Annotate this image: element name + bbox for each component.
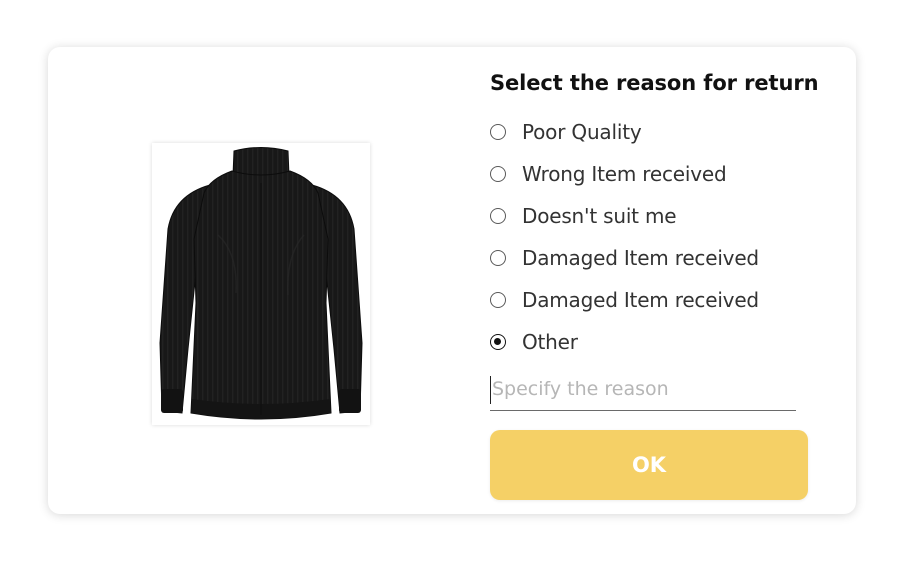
reason-options: Poor Quality Wrong Item received Doesn't… (490, 120, 810, 374)
radio-damaged-item-1[interactable] (490, 250, 506, 266)
ok-button[interactable]: OK (490, 430, 808, 500)
option-damaged-item-2[interactable]: Damaged Item received (490, 288, 810, 332)
radio-wrong-item[interactable] (490, 166, 506, 182)
option-doesnt-suit[interactable]: Doesn't suit me (490, 204, 810, 248)
text-caret (490, 376, 491, 404)
option-label: Other (522, 330, 578, 354)
return-reason-panel: Select the reason for return Poor Qualit… (490, 47, 820, 514)
option-wrong-item[interactable]: Wrong Item received (490, 162, 810, 206)
black-turtleneck-sweater-image (159, 147, 363, 420)
option-damaged-item-1[interactable]: Damaged Item received (490, 246, 810, 290)
option-label: Damaged Item received (522, 246, 759, 270)
radio-other[interactable] (490, 334, 506, 350)
option-label: Wrong Item received (522, 162, 727, 186)
radio-damaged-item-2[interactable] (490, 292, 506, 308)
dialog-title: Select the reason for return (490, 71, 819, 95)
option-label: Damaged Item received (522, 288, 759, 312)
specify-reason-input[interactable] (490, 372, 792, 406)
radio-doesnt-suit[interactable] (490, 208, 506, 224)
reason-field (490, 372, 796, 411)
option-label: Doesn't suit me (522, 204, 677, 228)
option-other[interactable]: Other (490, 330, 810, 374)
option-poor-quality[interactable]: Poor Quality (490, 120, 810, 164)
return-reason-dialog: Select the reason for return Poor Qualit… (48, 47, 856, 514)
option-label: Poor Quality (522, 120, 642, 144)
product-image (152, 143, 370, 425)
radio-poor-quality[interactable] (490, 124, 506, 140)
